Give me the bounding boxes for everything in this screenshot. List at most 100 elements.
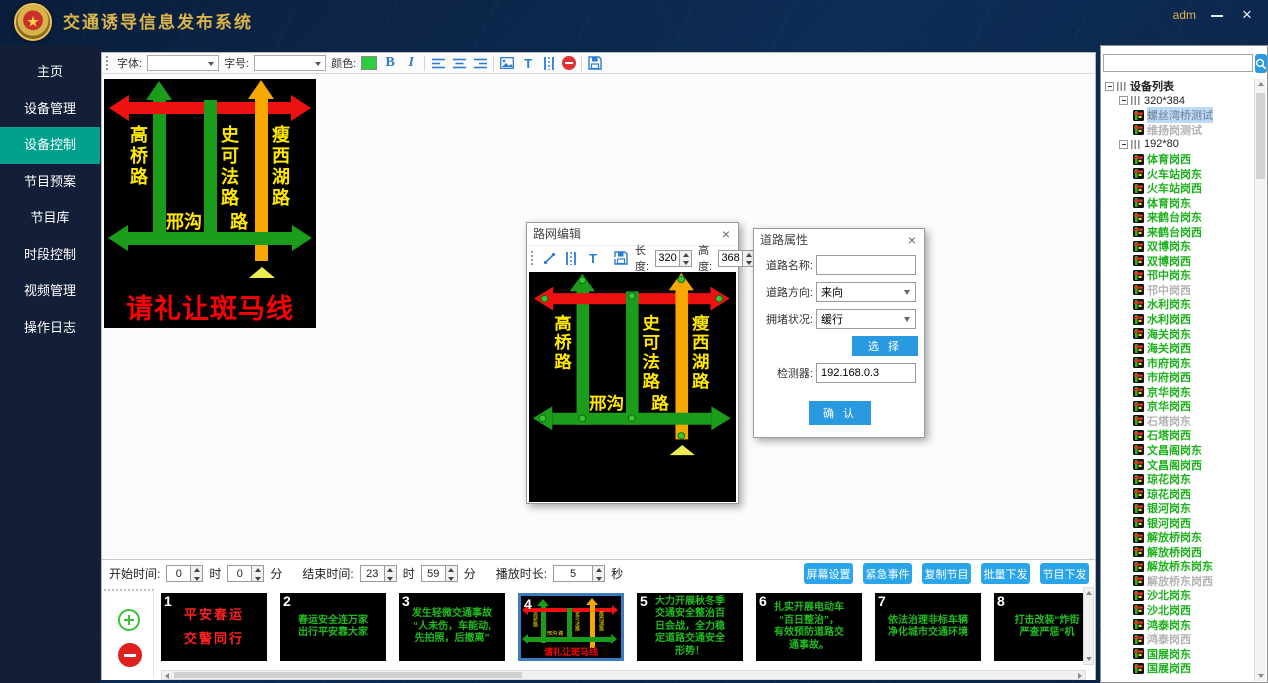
road-node-handle[interactable] bbox=[677, 276, 685, 283]
device-item[interactable]: 鸿泰岗东 bbox=[1103, 617, 1255, 632]
minimize-button[interactable] bbox=[1208, 6, 1226, 24]
device-item[interactable]: 解放桥东岗东 bbox=[1103, 559, 1255, 574]
start-hour-value[interactable]: 0 bbox=[167, 566, 190, 581]
device-item[interactable]: 银河岗东 bbox=[1103, 501, 1255, 516]
font-size-dropdown[interactable] bbox=[254, 55, 326, 71]
device-item[interactable]: 双博岗东 bbox=[1103, 239, 1255, 254]
device-tree-root[interactable]: 设备列表 bbox=[1103, 79, 1255, 94]
end-hour-stepper[interactable]: 23 bbox=[360, 565, 397, 582]
device-item[interactable]: 体育岗东 bbox=[1103, 195, 1255, 210]
length-value[interactable]: 320 bbox=[656, 251, 679, 266]
sidebar-item-4[interactable]: 节目预案 bbox=[0, 164, 100, 201]
device-item[interactable]: 银河岗西 bbox=[1103, 515, 1255, 530]
device-item[interactable]: 来鹤台岗东 bbox=[1103, 210, 1255, 225]
device-item[interactable]: 琼花岗东 bbox=[1103, 472, 1255, 487]
select-button[interactable]: 选 择 bbox=[852, 336, 918, 356]
program-send-button[interactable]: 节目下发 bbox=[1040, 563, 1089, 584]
device-item[interactable]: 海关岗西 bbox=[1103, 341, 1255, 356]
device-item[interactable]: 水利岗东 bbox=[1103, 297, 1255, 312]
device-item[interactable]: 解放桥东岗西 bbox=[1103, 574, 1255, 589]
sign-preview-board[interactable]: 高桥路 史可法路 瘦西湖路 邢沟 路 请礼让斑马线 bbox=[104, 79, 316, 328]
bold-button[interactable]: B bbox=[382, 55, 398, 71]
sidebar-item-7[interactable]: 视频管理 bbox=[0, 273, 100, 310]
sidebar-item-6[interactable]: 时段控制 bbox=[0, 237, 100, 274]
search-button[interactable] bbox=[1255, 54, 1267, 73]
program-thumbnail-7[interactable]: 7依法治理非标车辆净化城市交通环境 bbox=[875, 593, 981, 661]
road-edit-canvas[interactable]: 高桥路 史可法路 瘦西湖路 邢沟 路 请礼让斑马线 bbox=[529, 272, 736, 502]
device-item[interactable]: 琼花岗西 bbox=[1103, 486, 1255, 501]
road-node-handle[interactable] bbox=[541, 295, 549, 302]
congestion-select[interactable]: 缓行 bbox=[816, 309, 916, 329]
device-item[interactable]: 鸿泰岗西 bbox=[1103, 632, 1255, 647]
end-hour-value[interactable]: 23 bbox=[361, 566, 384, 581]
road-edit-board[interactable]: 高桥路 史可法路 瘦西湖路 邢沟 路 请礼让斑马线 bbox=[529, 272, 735, 501]
device-item[interactable]: 文昌阁岗西 bbox=[1103, 457, 1255, 472]
device-item[interactable]: 石塔岗西 bbox=[1103, 428, 1255, 443]
program-thumbnail-4[interactable]: 4高桥路史可法路瘦西湖路邢沟 路请礼让斑马线 bbox=[518, 593, 624, 661]
confirm-button[interactable]: 确 认 bbox=[809, 401, 871, 425]
font-family-dropdown[interactable] bbox=[147, 55, 219, 71]
close-icon[interactable]: × bbox=[720, 223, 732, 245]
device-item[interactable]: 火车站岗西 bbox=[1103, 181, 1255, 196]
program-thumbnail-5[interactable]: 5大力开展秋冬季交通安全整治百日会战，全力稳定道路交通安全形势！ bbox=[637, 593, 743, 661]
device-item[interactable]: 沙北岗东 bbox=[1103, 588, 1255, 603]
program-thumbnail-6[interactable]: 6扎实开展电动车“百日整治”，有效预防道路交通事故。 bbox=[756, 593, 862, 661]
align-center-icon[interactable] bbox=[451, 55, 467, 71]
program-thumbnail-1[interactable]: 1平安春运交警同行 bbox=[161, 593, 267, 661]
dialog-titlebar[interactable]: 道路属性 × bbox=[754, 229, 924, 251]
device-item[interactable]: 沙北岗西 bbox=[1103, 603, 1255, 618]
start-hour-stepper[interactable]: 0 bbox=[166, 565, 203, 582]
device-item[interactable]: 国展岗西 bbox=[1103, 661, 1255, 676]
program-thumbnail-8[interactable]: 8打击改装“炸街严查严惩“机 bbox=[994, 593, 1086, 661]
strip-vertical-scrollbar[interactable] bbox=[1083, 587, 1094, 665]
length-stepper[interactable]: 320 bbox=[655, 250, 692, 267]
start-minute-value[interactable]: 0 bbox=[228, 566, 251, 581]
color-swatch[interactable] bbox=[361, 56, 377, 70]
road-node-handle[interactable] bbox=[539, 415, 547, 422]
device-item[interactable]: 邗中岗西 bbox=[1103, 283, 1255, 298]
device-item[interactable]: 体育岗西 bbox=[1103, 152, 1255, 167]
text-tool-button[interactable]: T bbox=[520, 55, 536, 71]
device-item[interactable]: 解放桥岗东 bbox=[1103, 530, 1255, 545]
road-node-handle[interactable] bbox=[628, 415, 636, 422]
toolbar-grip[interactable] bbox=[531, 251, 533, 265]
device-group[interactable]: 320*384 bbox=[1103, 94, 1255, 109]
device-item[interactable]: 国展岗东 bbox=[1103, 646, 1255, 661]
device-item[interactable]: 石塔岗东 bbox=[1103, 414, 1255, 429]
end-minute-stepper[interactable]: 59 bbox=[421, 565, 458, 582]
sidebar-item-3[interactable]: 设备控制 bbox=[0, 127, 100, 164]
sidebar-item-5[interactable]: 节目库 bbox=[0, 200, 100, 237]
device-item[interactable]: 解放桥岗西 bbox=[1103, 545, 1255, 560]
tree-expander-icon[interactable] bbox=[1119, 96, 1128, 105]
end-minute-value[interactable]: 59 bbox=[422, 566, 445, 581]
add-program-button[interactable] bbox=[118, 609, 140, 631]
road-network-tool-icon[interactable] bbox=[563, 250, 579, 266]
device-item[interactable]: 维扬岗测试 bbox=[1103, 123, 1255, 138]
road-node-handle[interactable] bbox=[578, 415, 586, 422]
tree-expander-icon[interactable] bbox=[1105, 82, 1114, 91]
program-thumbnail-3[interactable]: 3发生轻微交通事故“人未伤，车能动,先拍照，后撤离” bbox=[399, 593, 505, 661]
duration-stepper[interactable]: 5 bbox=[553, 565, 605, 582]
device-item[interactable]: 海关岗东 bbox=[1103, 326, 1255, 341]
device-item[interactable]: 市府岗东 bbox=[1103, 355, 1255, 370]
italic-button[interactable]: I bbox=[403, 55, 419, 71]
sidebar-item-8[interactable]: 操作日志 bbox=[0, 310, 100, 347]
text-tool-button[interactable]: T bbox=[585, 250, 601, 266]
close-icon[interactable]: × bbox=[906, 229, 918, 251]
height-value[interactable]: 368 bbox=[719, 251, 742, 266]
height-stepper[interactable]: 368 bbox=[718, 250, 755, 267]
device-item[interactable]: 京华岗东 bbox=[1103, 384, 1255, 399]
device-item[interactable]: 来鹤台岗西 bbox=[1103, 224, 1255, 239]
device-item[interactable]: 市府岗西 bbox=[1103, 370, 1255, 385]
delete-tool-icon[interactable] bbox=[562, 56, 576, 70]
logged-in-user[interactable]: adm bbox=[1173, 0, 1196, 30]
program-thumbnail-2[interactable]: 2春运安全连万家出行平安靠大家 bbox=[280, 593, 386, 661]
screen-settings-button[interactable]: 屏幕设置 bbox=[804, 563, 853, 584]
device-group[interactable]: 192*80 bbox=[1103, 137, 1255, 152]
toolbar-grip[interactable] bbox=[106, 56, 110, 70]
road-network-tool-icon[interactable] bbox=[541, 55, 557, 71]
close-button[interactable]: × bbox=[1238, 6, 1256, 24]
line-tool-icon[interactable] bbox=[541, 250, 557, 266]
device-search-input[interactable] bbox=[1103, 54, 1253, 72]
device-item[interactable]: 双博岗西 bbox=[1103, 254, 1255, 269]
